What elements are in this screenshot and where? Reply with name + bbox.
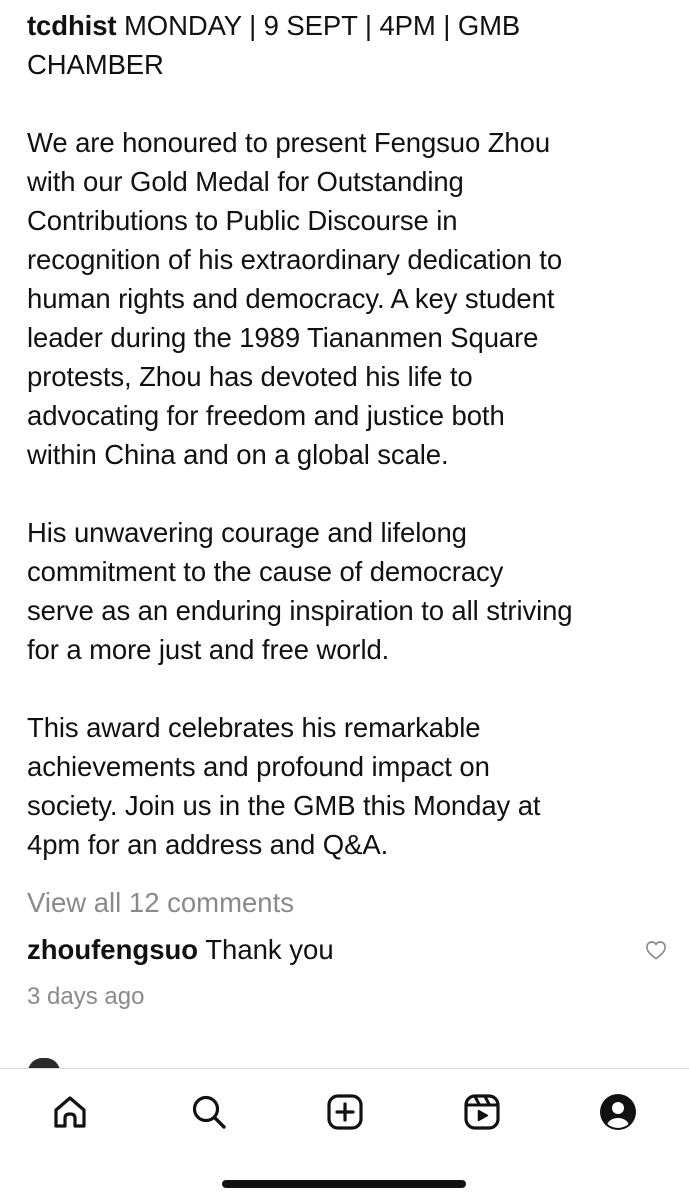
tab-home[interactable] — [47, 1089, 93, 1135]
caption-line: recognition of his extraordinary dedicat… — [27, 244, 563, 275]
tab-create[interactable] — [322, 1089, 368, 1135]
caption-line — [27, 474, 667, 513]
caption-line: Contributions to Public Discourse in — [27, 205, 458, 236]
comment-text: Thank you — [198, 934, 334, 965]
caption-line: tcdhist MONDAY | 9 SEPT | 4PM | GMB — [27, 6, 667, 45]
caption-line: protests, Zhou has devoted his life to — [27, 361, 473, 392]
caption-line: with our Gold Medal for Outstanding — [27, 166, 464, 197]
comment-row: zhoufengsuo Thank you — [27, 931, 334, 969]
tab-reels[interactable] — [459, 1089, 505, 1135]
caption-line: society. Join us in the GMB this Monday … — [27, 790, 541, 821]
search-icon — [189, 1092, 229, 1132]
caption-line: CHAMBER — [27, 49, 164, 80]
tab-profile[interactable] — [595, 1089, 641, 1135]
caption-line: This award celebrates his remarkable — [27, 712, 481, 743]
plus-square-icon — [325, 1092, 365, 1132]
reels-icon — [462, 1092, 502, 1132]
caption-line — [27, 84, 667, 123]
caption-line: advocating for freedom and justice both — [27, 400, 505, 431]
caption-line: 4pm for an address and Q&A. — [27, 829, 389, 860]
caption-line: for a more just and free world. — [27, 634, 390, 665]
post-caption: tcdhist MONDAY | 9 SEPT | 4PM | GMB CHAM… — [27, 6, 667, 864]
caption-line: His unwavering courage and lifelong — [27, 517, 467, 548]
view-all-comments-link[interactable]: View all 12 comments — [27, 884, 294, 922]
post-username[interactable]: tcdhist — [27, 10, 117, 41]
caption-line: leader during the 1989 Tiananmen Square — [27, 322, 539, 353]
caption-line: We are honoured to present Fengsuo Zhou — [27, 127, 551, 158]
heart-outline-icon[interactable] — [645, 940, 667, 960]
caption-line: within China and on a global scale. — [27, 439, 449, 470]
caption-line: human rights and democracy. A key studen… — [27, 283, 555, 314]
caption-line: achievements and profound impact on — [27, 751, 490, 782]
home-icon — [50, 1092, 90, 1132]
caption-text: MONDAY | 9 SEPT | 4PM | GMB — [116, 10, 521, 41]
caption-line: serve as an enduring inspiration to all … — [27, 595, 573, 626]
caption-line: commitment to the cause of democracy — [27, 556, 504, 587]
tab-search[interactable] — [186, 1089, 232, 1135]
profile-icon — [598, 1092, 638, 1132]
caption-line — [27, 669, 667, 708]
comment-username[interactable]: zhoufengsuo — [27, 934, 198, 965]
comment-timestamp: 3 days ago — [27, 983, 145, 1010]
home-indicator[interactable] — [222, 1180, 466, 1188]
